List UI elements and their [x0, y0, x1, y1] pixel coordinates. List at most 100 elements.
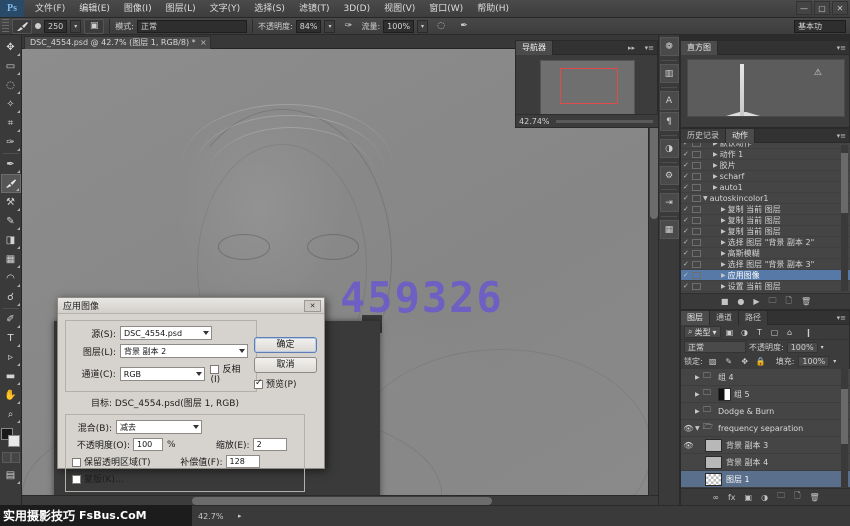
new-group-icon[interactable]: 🗀 — [769, 295, 777, 309]
lock-paint-icon[interactable]: ✎ — [723, 357, 735, 366]
eyedropper-tool[interactable]: ✑ — [1, 133, 21, 152]
action-dialog-box-icon[interactable] — [692, 184, 701, 191]
chevron-right-icon[interactable]: ▶ — [713, 173, 718, 180]
mask-checkbox[interactable]: 蒙版(K)... — [72, 472, 124, 485]
gradient-tool[interactable]: ▦ — [1, 250, 21, 269]
color-swatches[interactable] — [1, 428, 21, 448]
record-icon[interactable]: ● — [737, 297, 744, 306]
tab-channels[interactable]: 通道 — [710, 311, 739, 325]
eraser-tool[interactable]: ◨ — [1, 231, 21, 250]
action-dialog-box-icon[interactable] — [692, 272, 701, 279]
tab-layers[interactable]: 图层 — [681, 311, 710, 325]
document-tab[interactable]: DSC_4554.psd @ 42.7% (图层 1, RGB/8) * × — [24, 36, 211, 49]
warning-icon[interactable]: ⚠ — [814, 68, 822, 78]
actions-scroll-thumb[interactable] — [841, 153, 848, 213]
info-panel-icon[interactable]: ⚙ — [660, 166, 679, 185]
chevron-right-icon[interactable]: ▶ — [713, 162, 718, 169]
group-icon[interactable]: 🗀 — [777, 490, 785, 504]
menu-select[interactable]: 选择(S) — [247, 0, 292, 18]
action-dialog-box-icon[interactable] — [692, 151, 701, 158]
lock-move-icon[interactable]: ✥ — [739, 357, 751, 366]
action-row[interactable]: ✓ ▶ 设置 当前 图层 — [681, 281, 850, 292]
opacity-pressure-icon[interactable]: ✑ — [338, 19, 358, 34]
flow-chevron-icon[interactable]: ▾ — [417, 20, 428, 33]
status-zoom-value[interactable]: 42.7% — [198, 512, 223, 521]
play-icon[interactable]: ▶ — [753, 297, 759, 306]
brush-tool[interactable] — [1, 174, 21, 193]
chevron-right-icon[interactable]: ▶ — [721, 250, 726, 257]
action-row[interactable]: ✓ ▶ 选择 图层 "背景 副本 2" — [681, 237, 850, 248]
pen-tool[interactable]: ✐ — [1, 310, 21, 329]
brush-preset-chevron-icon[interactable]: ▾ — [70, 20, 81, 33]
chevron-right-icon[interactable]: ▶ — [721, 206, 726, 213]
menu-help[interactable]: 帮助(H) — [470, 0, 516, 18]
type-tool[interactable]: T — [1, 329, 21, 348]
chevron-right-icon[interactable]: ▶ — [695, 391, 703, 398]
chevron-right-icon[interactable]: ▶ — [721, 283, 726, 290]
action-toggle-icon[interactable]: ✓ — [683, 194, 692, 202]
action-dialog-box-icon[interactable] — [692, 173, 701, 180]
action-dialog-box-icon[interactable] — [692, 162, 701, 169]
tab-paths[interactable]: 路径 — [739, 311, 768, 325]
quick-mask-toggle[interactable] — [2, 452, 20, 463]
layer-blend-select[interactable]: 正常 — [684, 341, 746, 353]
invert-checkbox[interactable]: 反相(I) — [210, 362, 250, 385]
actions-list[interactable]: ✓ ▶ 默认动作 ✓ ▶ 动作 1 ✓ ▶ 胶片 ✓ ▶ scharf ✓ ▶ — [681, 143, 850, 293]
scale-field[interactable]: 2 — [253, 438, 287, 451]
navigator-thumbnail[interactable] — [540, 60, 635, 116]
layers-menu-icon[interactable]: ▾≡ — [837, 314, 846, 322]
fill-value[interactable]: 100% — [798, 356, 829, 367]
action-toggle-icon[interactable]: ✓ — [683, 271, 692, 279]
menu-edit[interactable]: 编辑(E) — [72, 0, 117, 18]
action-row[interactable]: ✓ ▶ scharf — [681, 171, 850, 182]
adjustments-panel-icon[interactable]: ▥ — [660, 64, 679, 83]
dialog-title-bar[interactable]: 应用图像 ✕ — [58, 298, 324, 314]
adjustment-icon[interactable]: ◑ — [761, 493, 768, 502]
menu-layer[interactable]: 图层(L) — [159, 0, 203, 18]
maximize-button[interactable]: ▢ — [814, 1, 830, 15]
source-select[interactable]: DSC_4554.psd — [120, 326, 212, 340]
menu-3d[interactable]: 3D(D) — [336, 0, 377, 18]
cancel-button[interactable]: 取消 — [254, 357, 317, 373]
blend-select[interactable]: 减去 — [116, 420, 202, 434]
quick-select-tool[interactable]: ✧ — [1, 95, 21, 114]
chevron-right-icon[interactable]: ▶ — [721, 261, 726, 268]
blur-tool[interactable]: ◠ — [1, 269, 21, 288]
fx-icon[interactable]: fx — [728, 493, 736, 502]
action-dialog-box-icon[interactable] — [692, 195, 701, 202]
action-row[interactable]: ✓ ▶ 复制 当前 图层 — [681, 226, 850, 237]
layer-row[interactable]: ▶ 🗀 Dodge & Burn — [681, 403, 850, 420]
ok-button[interactable]: 确定 — [254, 337, 317, 353]
action-dialog-box-icon[interactable] — [692, 143, 701, 147]
marquee-tool[interactable]: ▭ — [1, 57, 21, 76]
menu-view[interactable]: 视图(V) — [377, 0, 422, 18]
chevron-down-icon[interactable]: ▼ — [695, 425, 703, 432]
preserve-transparency-checkbox[interactable]: 保留透明区域(T) — [72, 455, 151, 468]
menu-filter[interactable]: 滤镜(T) — [292, 0, 337, 18]
layer-select[interactable]: 背景 副本 2 — [120, 344, 248, 358]
menu-file[interactable]: 文件(F) — [28, 0, 72, 18]
layers-scrollbar[interactable] — [841, 369, 848, 487]
flow-field[interactable]: 100% — [383, 20, 414, 33]
path-select-tool[interactable]: ▹ — [1, 348, 21, 367]
action-row[interactable]: ✓ ▶ 复制 当前 图层 — [681, 215, 850, 226]
action-toggle-icon[interactable]: ✓ — [683, 227, 692, 235]
flow-pressure-icon[interactable]: ✒ — [454, 19, 474, 34]
adjustment-filter-icon[interactable]: ◑ — [739, 328, 751, 337]
menu-type[interactable]: 文字(Y) — [203, 0, 248, 18]
opacity-chevron-icon[interactable]: ▾ — [821, 344, 824, 351]
action-dialog-box-icon[interactable] — [692, 283, 701, 290]
eye-icon-on[interactable]: 👁 — [682, 424, 695, 433]
invert-checkbox-box[interactable] — [210, 365, 219, 374]
action-toggle-icon[interactable]: ✓ — [683, 150, 692, 158]
shape-filter-icon[interactable]: ▢ — [769, 328, 781, 337]
mask-icon[interactable]: ▣ — [745, 493, 753, 502]
lasso-tool[interactable]: ◌ — [1, 76, 21, 95]
opacity-field[interactable]: 84% — [296, 20, 322, 33]
action-dialog-box-icon[interactable] — [692, 206, 701, 213]
delete-icon[interactable]: 🗑 — [810, 493, 820, 502]
preview-checkbox[interactable]: 预览(P) — [254, 377, 317, 390]
action-row[interactable]: ✓ ▶ 高斯模糊 — [681, 248, 850, 259]
menu-image[interactable]: 图像(I) — [117, 0, 159, 18]
layers-scroll-thumb[interactable] — [841, 389, 848, 444]
